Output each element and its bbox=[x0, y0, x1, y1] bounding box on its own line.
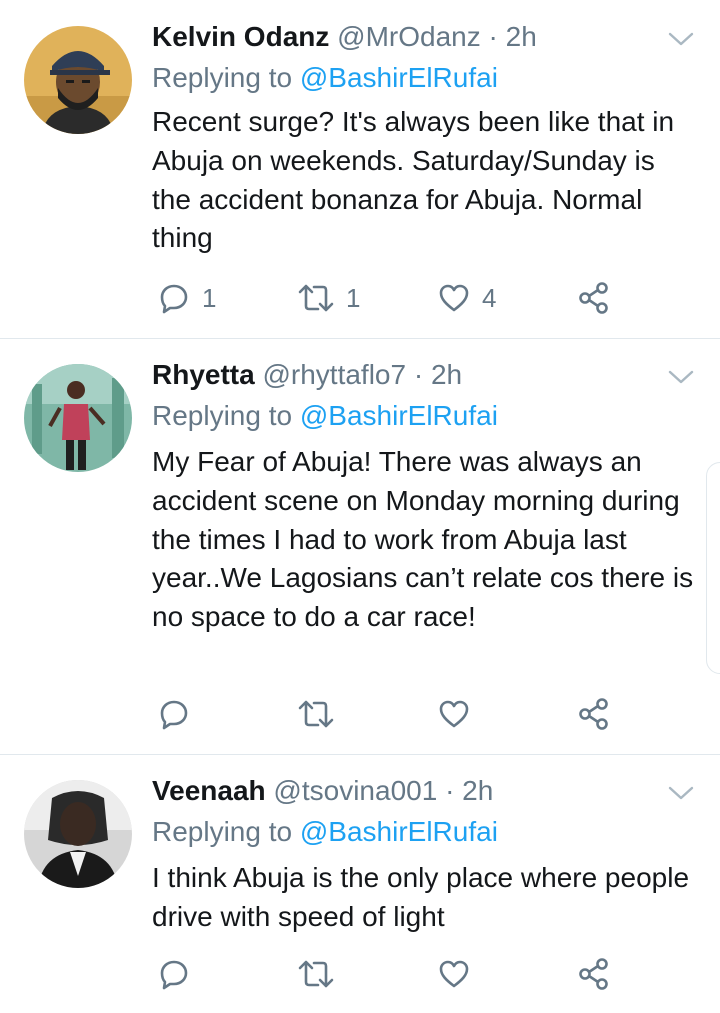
replying-to: Replying to @BashirElRufai bbox=[152, 815, 498, 849]
tweet-actions: 1 1 4 bbox=[152, 281, 632, 315]
retweet-icon bbox=[298, 284, 334, 312]
avatar[interactable] bbox=[24, 364, 132, 472]
avatar-image bbox=[24, 780, 132, 888]
like-button[interactable]: 4 bbox=[438, 281, 496, 315]
replying-to: Replying to @BashirElRufai bbox=[152, 61, 498, 95]
timestamp[interactable]: 2h bbox=[462, 775, 493, 806]
display-name[interactable]: Veenaah bbox=[152, 775, 266, 806]
reply-icon bbox=[160, 700, 188, 730]
heart-icon bbox=[439, 700, 469, 728]
heart-icon bbox=[439, 284, 469, 312]
tweet-header: Rhyetta @rhyttaflo7 · 2h bbox=[152, 358, 462, 392]
separator: · bbox=[488, 21, 498, 52]
display-name[interactable]: Rhyetta bbox=[152, 359, 255, 390]
avatar-image bbox=[24, 364, 132, 472]
chevron-down-icon[interactable] bbox=[668, 785, 694, 801]
like-button[interactable] bbox=[438, 957, 482, 991]
username[interactable]: @MrOdanz bbox=[337, 21, 481, 52]
tweet[interactable]: Kelvin Odanz @MrOdanz · 2h Replying to @… bbox=[0, 0, 720, 338]
share-icon bbox=[579, 698, 608, 730]
retweet-count: 1 bbox=[346, 282, 361, 313]
reply-count: 1 bbox=[202, 282, 217, 313]
tweet-actions bbox=[152, 697, 632, 731]
replying-to: Replying to @BashirElRufai bbox=[152, 399, 498, 433]
retweet-icon bbox=[298, 700, 334, 728]
reply-icon bbox=[160, 284, 188, 314]
avatar[interactable] bbox=[24, 26, 132, 134]
share-button[interactable] bbox=[578, 697, 610, 731]
username[interactable]: @rhyttaflo7 bbox=[262, 359, 406, 390]
timestamp[interactable]: 2h bbox=[506, 21, 537, 52]
reply-button[interactable]: 1 bbox=[158, 281, 216, 315]
like-count: 4 bbox=[482, 282, 497, 313]
tweet-actions bbox=[152, 957, 632, 991]
share-button[interactable] bbox=[578, 281, 610, 315]
replying-to-label: Replying to bbox=[152, 816, 293, 847]
reply-icon bbox=[160, 960, 188, 990]
retweet-button[interactable] bbox=[298, 957, 346, 991]
tweet-text: My Fear of Abuja! There was always an ac… bbox=[152, 446, 694, 633]
reply-button[interactable] bbox=[158, 697, 202, 731]
chevron-down-icon[interactable] bbox=[668, 369, 694, 385]
separator: · bbox=[445, 775, 455, 806]
share-icon bbox=[579, 282, 608, 314]
retweet-icon bbox=[298, 960, 334, 988]
timestamp[interactable]: 2h bbox=[431, 359, 462, 390]
replying-to-label: Replying to bbox=[152, 400, 293, 431]
separator: · bbox=[413, 359, 424, 390]
tweet-header: Veenaah @tsovina001 · 2h bbox=[152, 774, 493, 808]
tweet-text: I think Abuja is the only place where pe… bbox=[152, 862, 690, 932]
replying-to-label: Replying to bbox=[152, 62, 293, 93]
tweet[interactable]: Veenaah @tsovina001 · 2h Replying to @Ba… bbox=[0, 755, 720, 1013]
mention-link[interactable]: @BashirElRufai bbox=[300, 816, 498, 847]
avatar[interactable] bbox=[24, 780, 132, 888]
like-button[interactable] bbox=[438, 697, 482, 731]
scrollbar-thumb[interactable] bbox=[706, 462, 720, 674]
share-button[interactable] bbox=[578, 957, 610, 991]
retweet-button[interactable]: 1 bbox=[298, 281, 360, 315]
username[interactable]: @tsovina001 bbox=[273, 775, 437, 806]
tweet[interactable]: Rhyetta @rhyttaflo7 · 2h Replying to @Ba… bbox=[0, 339, 720, 754]
avatar-image bbox=[24, 26, 132, 134]
mention-link[interactable]: @BashirElRufai bbox=[300, 62, 498, 93]
retweet-button[interactable] bbox=[298, 697, 346, 731]
tweet-header: Kelvin Odanz @MrOdanz · 2h bbox=[152, 20, 537, 54]
share-icon bbox=[579, 958, 608, 990]
chevron-down-icon[interactable] bbox=[668, 31, 694, 47]
display-name[interactable]: Kelvin Odanz bbox=[152, 21, 329, 52]
tweet-text: Recent surge? It's always been like that… bbox=[152, 106, 675, 254]
heart-icon bbox=[439, 960, 469, 988]
mention-link[interactable]: @BashirElRufai bbox=[300, 400, 498, 431]
reply-button[interactable] bbox=[158, 957, 202, 991]
